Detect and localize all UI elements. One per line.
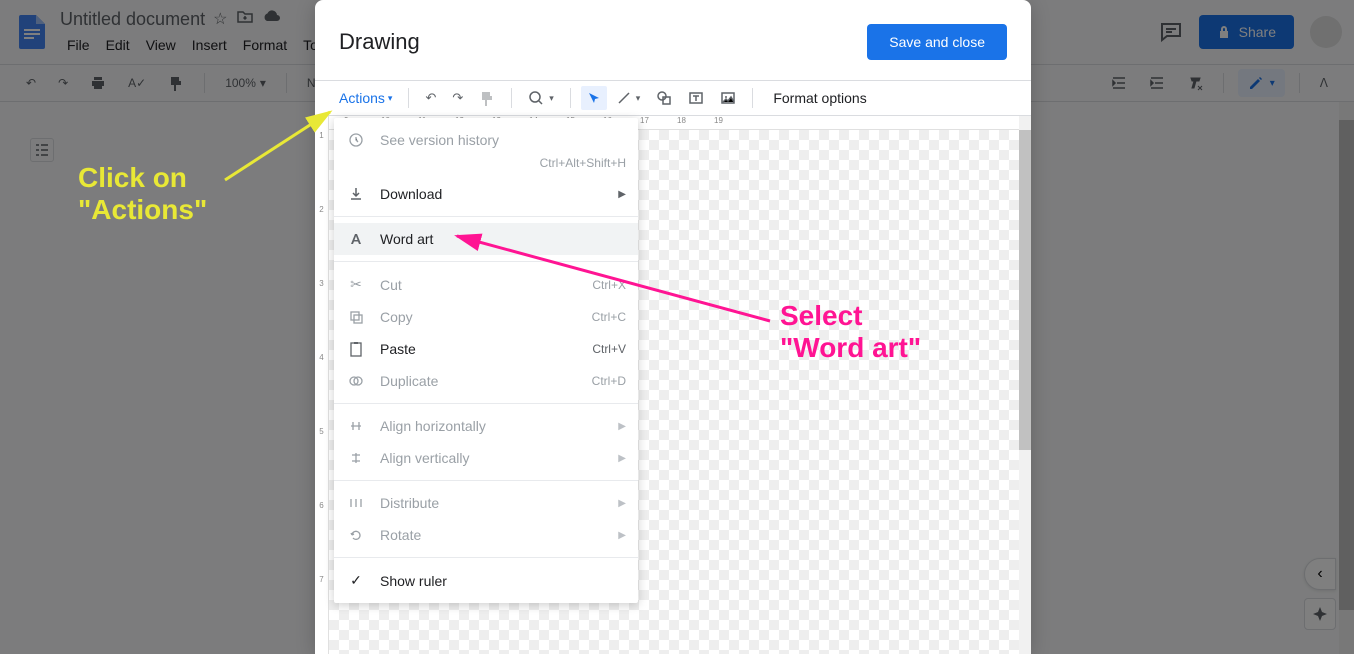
- dialog-title: Drawing: [339, 29, 420, 55]
- shape-tool-icon[interactable]: [650, 85, 678, 111]
- wordart-icon: [346, 231, 366, 247]
- line-tool-icon[interactable]: ▾: [611, 86, 647, 110]
- textbox-tool-icon[interactable]: [682, 85, 710, 111]
- chevron-right-icon: ▶: [618, 530, 626, 541]
- save-and-close-button[interactable]: Save and close: [867, 24, 1007, 60]
- menu-download[interactable]: Download ▶: [334, 178, 638, 210]
- rotate-icon: [346, 528, 366, 542]
- menu-word-art[interactable]: Word art: [334, 223, 638, 255]
- menu-cut: ✂ Cut Ctrl+X: [334, 268, 638, 301]
- chevron-right-icon: ▶: [618, 498, 626, 509]
- paste-icon: [346, 341, 366, 357]
- drawing-scrollbar[interactable]: [1019, 116, 1031, 654]
- menu-align-horizontal: Align horizontally ▶: [334, 410, 638, 442]
- format-options-button[interactable]: Format options: [773, 90, 866, 106]
- drawing-toolbar: Actions▾ ↶ ↷ ▾ ▾ Format options: [315, 80, 1031, 116]
- chevron-right-icon: ▶: [618, 189, 626, 200]
- duplicate-icon: [346, 374, 366, 388]
- menu-duplicate: Duplicate Ctrl+D: [334, 365, 638, 397]
- menu-show-ruler[interactable]: ✓ Show ruler: [334, 564, 638, 597]
- align-horizontal-icon: [346, 419, 366, 433]
- download-icon: [346, 186, 366, 202]
- undo-icon[interactable]: ↶: [419, 85, 442, 111]
- menu-align-vertical: Align vertically ▶: [334, 442, 638, 474]
- copy-icon: [346, 310, 366, 324]
- menu-paste[interactable]: Paste Ctrl+V: [334, 333, 638, 365]
- align-vertical-icon: [346, 451, 366, 465]
- image-tool-icon[interactable]: [714, 85, 742, 111]
- paint-format-icon[interactable]: [473, 85, 501, 111]
- menu-rotate: Rotate ▶: [334, 519, 638, 551]
- menu-version-history: See version history: [334, 124, 638, 156]
- distribute-icon: [346, 496, 366, 510]
- checkmark-icon: ✓: [346, 572, 366, 589]
- cut-icon: ✂: [346, 276, 366, 293]
- menu-distribute: Distribute ▶: [334, 487, 638, 519]
- vertical-ruler: 1234567: [315, 116, 329, 654]
- actions-dropdown-button[interactable]: Actions▾: [333, 85, 398, 111]
- history-icon: [346, 132, 366, 148]
- menu-copy: Copy Ctrl+C: [334, 301, 638, 333]
- chevron-right-icon: ▶: [618, 421, 626, 432]
- select-tool-icon[interactable]: [581, 86, 607, 110]
- zoom-dropdown[interactable]: ▾: [522, 85, 560, 111]
- actions-menu: See version history Ctrl+Alt+Shift+H Dow…: [334, 118, 638, 603]
- chevron-right-icon: ▶: [618, 453, 626, 464]
- redo-icon[interactable]: ↷: [446, 85, 469, 111]
